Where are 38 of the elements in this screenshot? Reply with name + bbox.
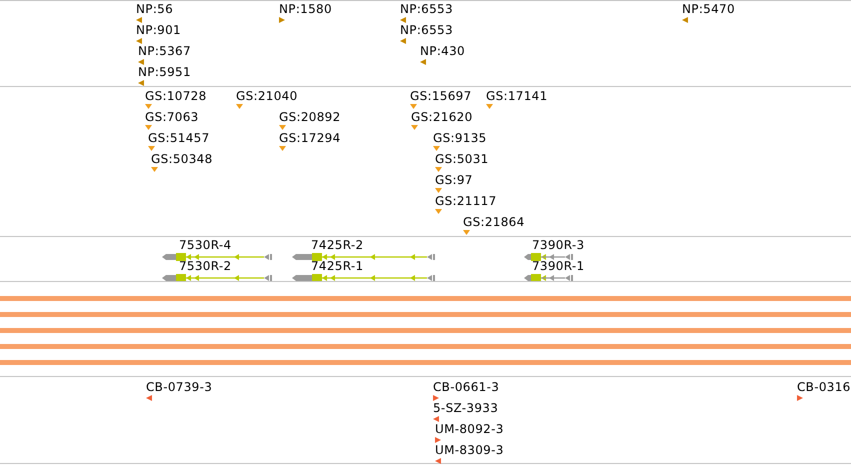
feature-label: GS:21620 — [411, 110, 473, 124]
feature-label: NP:901 — [136, 23, 181, 37]
feature-label: GS:7063 — [145, 110, 199, 124]
feature-label: GS:21117 — [435, 194, 497, 208]
feature-label: CB-0316 — [797, 380, 851, 394]
feature-label: GS:10728 — [145, 89, 207, 103]
feature-label: GS:15697 — [410, 89, 472, 103]
feature-label: NP:5367 — [138, 44, 191, 58]
gene-label: 7425R-1 — [311, 259, 364, 273]
feature-label: CB-0739-3 — [146, 380, 212, 394]
feature-label: GS:51457 — [148, 131, 210, 145]
feature-label: GS:21040 — [236, 89, 298, 103]
feature-label: GS:21864 — [463, 215, 525, 229]
feature-label: GS:50348 — [151, 152, 213, 166]
feature-label: GS:17294 — [279, 131, 341, 145]
gene-label: 7530R-2 — [179, 259, 232, 273]
feature-label: UM-8092-3 — [435, 422, 504, 436]
gene-model-drawing — [524, 253, 573, 261]
gene-label: 7530R-4 — [179, 238, 232, 252]
gene-label: 7390R-1 — [532, 259, 584, 273]
gene-model-drawing — [524, 274, 573, 282]
gene-label: 7390R-3 — [532, 238, 584, 252]
feature-label: GS:5031 — [435, 152, 489, 166]
feature-label: NP:56 — [136, 2, 174, 16]
feature-label: GS:97 — [435, 173, 473, 187]
feature-label: NP:6553 — [400, 2, 453, 16]
feature-label: NP:430 — [420, 44, 465, 58]
gene-label: 7425R-2 — [311, 238, 364, 252]
feature-label: NP:1580 — [279, 2, 332, 16]
feature-label: NP:6553 — [400, 23, 453, 37]
feature-label: NP:5470 — [682, 2, 735, 16]
feature-label: CB-0661-3 — [433, 380, 500, 394]
feature-label: GS:17141 — [486, 89, 548, 103]
feature-label: UM-8309-3 — [435, 443, 504, 457]
feature-label: NP:5951 — [138, 65, 191, 79]
feature-label: GS:20892 — [279, 110, 341, 124]
feature-label: 5-SZ-3933 — [433, 401, 498, 415]
feature-label: GS:9135 — [433, 131, 487, 145]
